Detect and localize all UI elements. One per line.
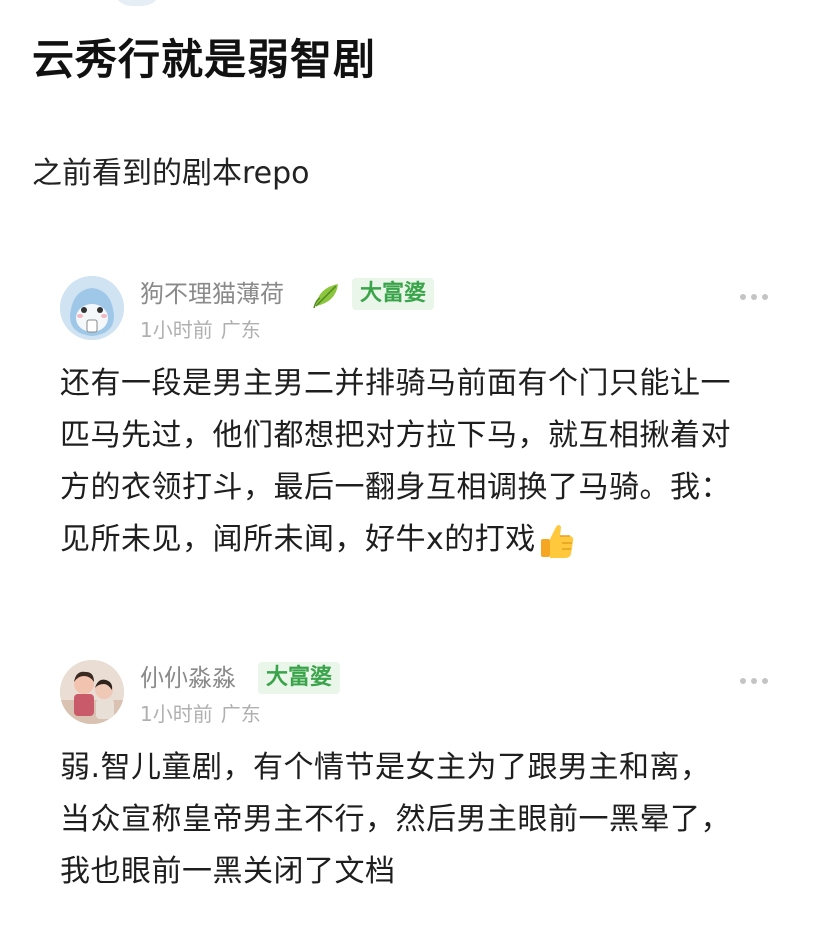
more-options-icon[interactable] [738,676,770,686]
leaf-icon [313,284,338,309]
comment-line-text: 见所未见，闻所未闻，好牛x的打戏 [60,522,536,557]
comment-location: 广东 [220,702,261,726]
comment-time: 1小时前 [140,702,213,726]
comment-line: 弱.智儿童剧，有个情节是女主为了跟男主和离， [60,750,711,785]
photo-avatar-icon [60,660,124,724]
user-badge: 大富婆 [258,662,341,694]
comment-location: 广东 [220,318,261,342]
comment-meta: 1小时前 广东 [140,316,261,344]
comment-line: 当众宣称皇帝男主不行，然后男主眼前一黑晕了， [60,802,731,837]
cartoon-avatar-icon [60,276,124,340]
more-options-icon[interactable] [738,292,770,302]
post-title: 云秀行就是弱智剧 [32,35,377,84]
comment-line-last: 见所未见，闻所未闻，好牛x的打戏 [60,514,780,566]
comment-line: 我也眼前一黑关闭了文档 [60,854,396,889]
comment-meta: 1小时前 广东 [140,700,261,728]
comment-username[interactable]: 狗不理猫薄荷 [140,276,284,312]
comment-line: 方的衣领打斗，最后一翻身互相调换了马骑。我： [60,470,731,505]
comment-text: 还有一段是男主男二并排骑马前面有个门只能让一 匹马先过，他们都想把对方拉下马，就… [60,358,780,566]
avatar[interactable] [60,660,124,724]
post-subtitle: 之前看到的剧本repo [32,156,310,191]
thumbs-up-icon [540,524,573,558]
comment-time: 1小时前 [140,318,213,342]
comment-text: 弱.智儿童剧，有个情节是女主为了跟男主和离， 当众宣称皇帝男主不行，然后男主眼前… [60,742,780,898]
user-badge: 大富婆 [352,278,435,310]
avatar[interactable] [60,276,124,340]
comment-username[interactable]: 仦仦淼淼 [140,660,236,696]
comment-line: 匹马先过，他们都想把对方拉下马，就互相揪着对 [60,418,731,453]
author-avatar-partial[interactable] [112,0,162,6]
comment-line: 还有一段是男主男二并排骑马前面有个门只能让一 [60,366,731,401]
